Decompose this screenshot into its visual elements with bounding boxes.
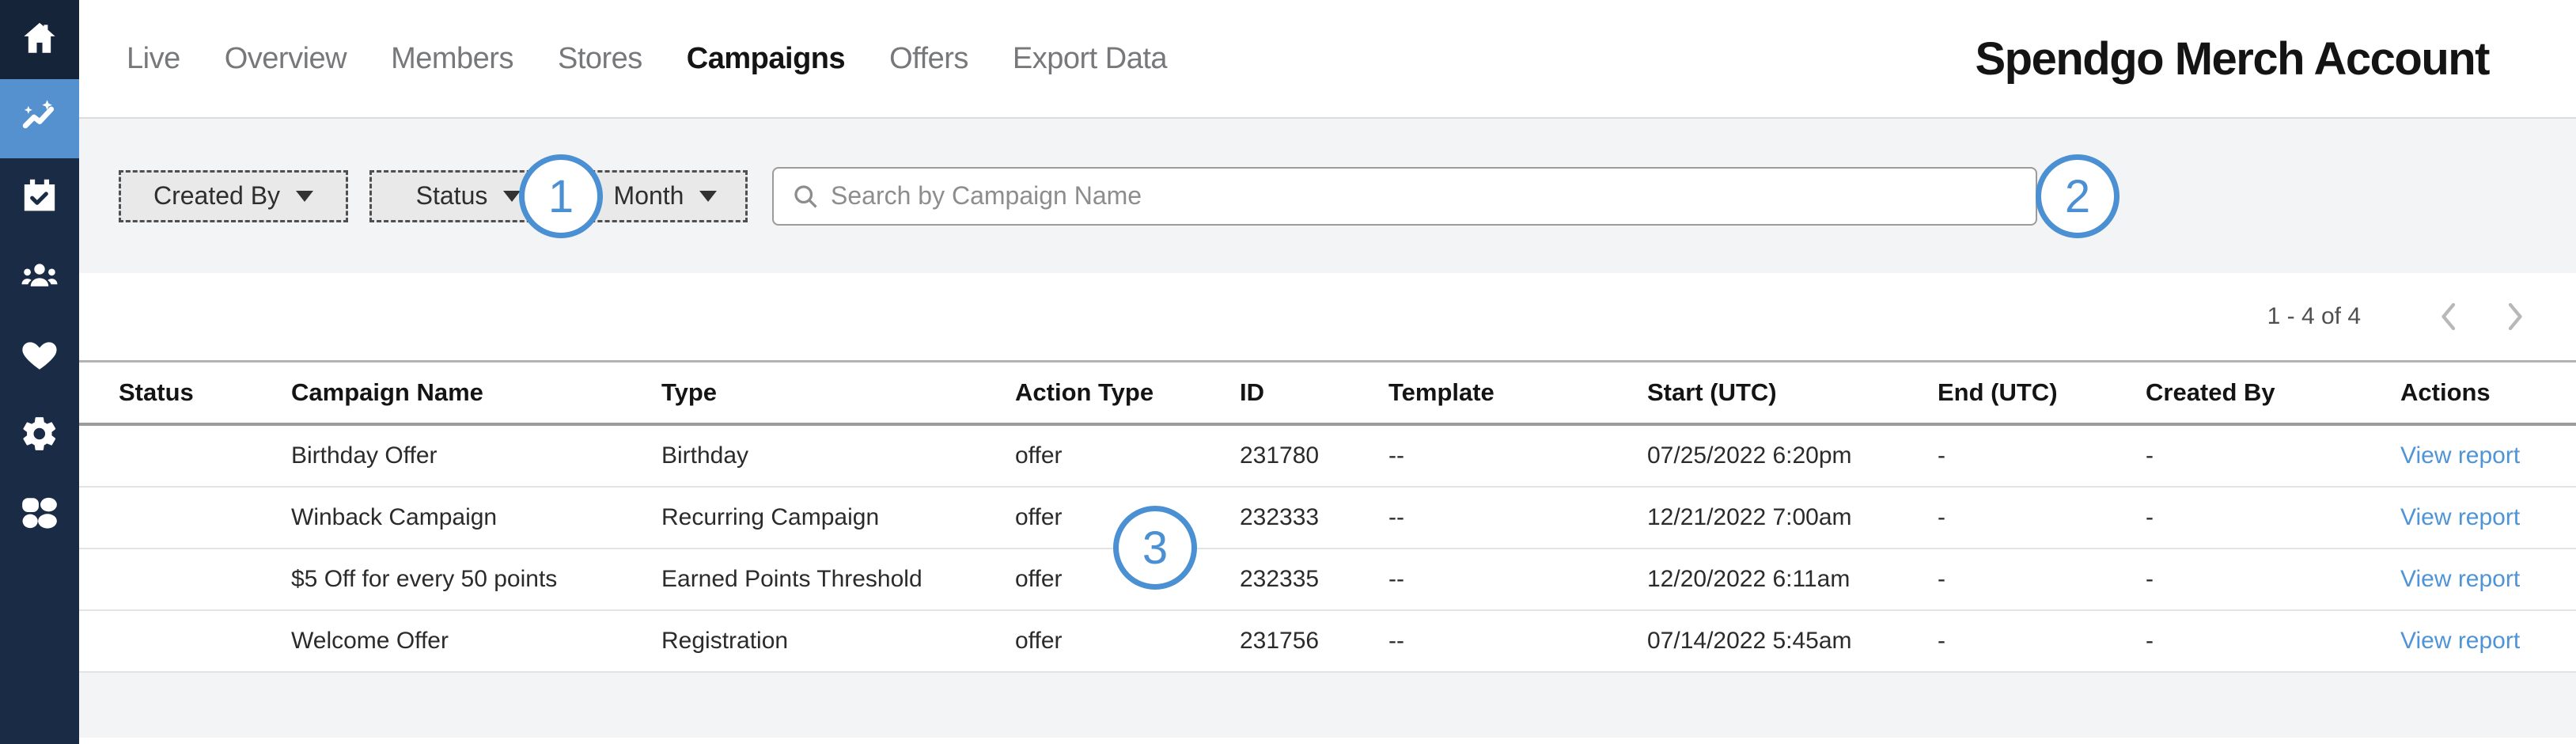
members-icon bbox=[20, 256, 59, 299]
cell-end-utc: - bbox=[1938, 628, 2146, 655]
header-type: Type bbox=[661, 378, 1015, 407]
sidebar-item-home[interactable] bbox=[0, 0, 79, 79]
sidebar-item-campaigns-calendar[interactable] bbox=[0, 158, 79, 237]
filter-bar: Created By Status Month bbox=[79, 119, 2576, 273]
cell-id: 231780 bbox=[1240, 442, 1388, 469]
annotation-badge-1: 1 bbox=[519, 154, 603, 238]
pagination-range-text: 1 - 4 of 4 bbox=[2267, 303, 2361, 330]
cell-end-utc: - bbox=[1938, 442, 2146, 469]
cell-id: 232333 bbox=[1240, 504, 1388, 531]
cell-template: -- bbox=[1388, 628, 1647, 655]
chevron-down-icon bbox=[699, 191, 717, 202]
tab-overview[interactable]: Overview bbox=[225, 42, 347, 76]
campaign-search-box[interactable] bbox=[772, 167, 2037, 226]
account-title: Spendgo Merch Account bbox=[1976, 32, 2490, 85]
view-report-link[interactable]: View report bbox=[2400, 628, 2520, 654]
cell-type: Birthday bbox=[661, 442, 1015, 469]
status-filter-label: Status bbox=[416, 181, 488, 211]
search-icon bbox=[791, 182, 820, 211]
cell-created-by: - bbox=[2146, 566, 2400, 593]
annotation-badge-3: 3 bbox=[1113, 506, 1197, 590]
header-campaign-name: Campaign Name bbox=[291, 378, 661, 407]
table-row: Birthday Offer Birthday offer 231780 -- … bbox=[79, 426, 2576, 488]
header-action-type: Action Type bbox=[1015, 378, 1240, 407]
month-filter-dropdown[interactable]: Month bbox=[583, 170, 748, 222]
header-created-by: Created By bbox=[2146, 378, 2400, 407]
apps-shapes-icon bbox=[20, 493, 59, 537]
cell-campaign-name: Birthday Offer bbox=[291, 442, 661, 469]
table-row: Welcome Offer Registration offer 231756 … bbox=[79, 611, 2576, 673]
cell-action-type: offer bbox=[1015, 628, 1240, 655]
view-report-link[interactable]: View report bbox=[2400, 442, 2520, 469]
top-navigation: Live Overview Members Stores Campaigns O… bbox=[79, 0, 2576, 119]
top-nav-tabs: Live Overview Members Stores Campaigns O… bbox=[127, 42, 1167, 76]
header-id: ID bbox=[1240, 378, 1388, 407]
cell-type: Recurring Campaign bbox=[661, 504, 1015, 531]
cell-type: Registration bbox=[661, 628, 1015, 655]
pagination-prev-button[interactable] bbox=[2436, 299, 2463, 334]
chevron-down-icon bbox=[296, 191, 313, 202]
table-row: $5 Off for every 50 points Earned Points… bbox=[79, 549, 2576, 611]
sidebar bbox=[0, 0, 79, 744]
chevron-right-icon bbox=[2502, 301, 2526, 332]
created-by-filter-dropdown[interactable]: Created By bbox=[119, 170, 348, 222]
cell-end-utc: - bbox=[1938, 566, 2146, 593]
annotation-badge-2: 2 bbox=[2036, 154, 2120, 238]
header-start-utc: Start (UTC) bbox=[1647, 378, 1938, 407]
tab-campaigns[interactable]: Campaigns bbox=[687, 42, 845, 76]
header-template: Template bbox=[1388, 378, 1647, 407]
header-end-utc: End (UTC) bbox=[1938, 378, 2146, 407]
header-status: Status bbox=[119, 378, 291, 407]
cell-campaign-name: $5 Off for every 50 points bbox=[291, 566, 661, 593]
bottom-background-strip bbox=[79, 673, 2576, 738]
tab-members[interactable]: Members bbox=[391, 42, 513, 76]
home-icon bbox=[20, 18, 59, 62]
cell-campaign-name: Winback Campaign bbox=[291, 504, 661, 531]
insights-trend-icon bbox=[20, 97, 59, 141]
heart-icon bbox=[20, 335, 59, 378]
calendar-check-icon bbox=[20, 177, 59, 220]
cell-template: -- bbox=[1388, 566, 1647, 593]
tab-live[interactable]: Live bbox=[127, 42, 180, 76]
tab-offers[interactable]: Offers bbox=[889, 42, 968, 76]
cell-created-by: - bbox=[2146, 442, 2400, 469]
tab-export-data[interactable]: Export Data bbox=[1013, 42, 1167, 76]
search-input[interactable] bbox=[831, 181, 2018, 211]
cell-campaign-name: Welcome Offer bbox=[291, 628, 661, 655]
cell-id: 231756 bbox=[1240, 628, 1388, 655]
view-report-link[interactable]: View report bbox=[2400, 566, 2520, 592]
tab-stores[interactable]: Stores bbox=[558, 42, 642, 76]
cell-action-type: offer bbox=[1015, 442, 1240, 469]
sidebar-item-settings[interactable] bbox=[0, 396, 79, 475]
cell-start-utc: 07/14/2022 5:45am bbox=[1647, 628, 1938, 655]
cell-template: -- bbox=[1388, 442, 1647, 469]
table-row: Winback Campaign Recurring Campaign offe… bbox=[79, 488, 2576, 549]
view-report-link[interactable]: View report bbox=[2400, 504, 2520, 530]
cell-created-by: - bbox=[2146, 504, 2400, 531]
main-content: Live Overview Members Stores Campaigns O… bbox=[79, 0, 2576, 738]
cell-start-utc: 12/21/2022 7:00am bbox=[1647, 504, 1938, 531]
cell-template: -- bbox=[1388, 504, 1647, 531]
pagination-next-button[interactable] bbox=[2501, 299, 2528, 334]
cell-created-by: - bbox=[2146, 628, 2400, 655]
cell-start-utc: 12/20/2022 6:11am bbox=[1647, 566, 1938, 593]
cell-end-utc: - bbox=[1938, 504, 2146, 531]
table-header-row: Status Campaign Name Type Action Type ID… bbox=[79, 363, 2576, 426]
created-by-filter-label: Created By bbox=[153, 181, 280, 211]
cell-start-utc: 07/25/2022 6:20pm bbox=[1647, 442, 1938, 469]
sidebar-item-loyalty[interactable] bbox=[0, 317, 79, 396]
cell-id: 232335 bbox=[1240, 566, 1388, 593]
header-actions: Actions bbox=[2400, 378, 2576, 407]
sidebar-item-apps[interactable] bbox=[0, 475, 79, 554]
month-filter-label: Month bbox=[614, 181, 684, 211]
sidebar-item-members[interactable] bbox=[0, 237, 79, 317]
pagination-row: 1 - 4 of 4 bbox=[79, 273, 2576, 360]
settings-gear-icon bbox=[20, 414, 59, 457]
campaigns-table: Status Campaign Name Type Action Type ID… bbox=[79, 360, 2576, 673]
chevron-left-icon bbox=[2438, 301, 2461, 332]
sidebar-item-insights[interactable] bbox=[0, 79, 79, 158]
cell-type: Earned Points Threshold bbox=[661, 566, 1015, 593]
